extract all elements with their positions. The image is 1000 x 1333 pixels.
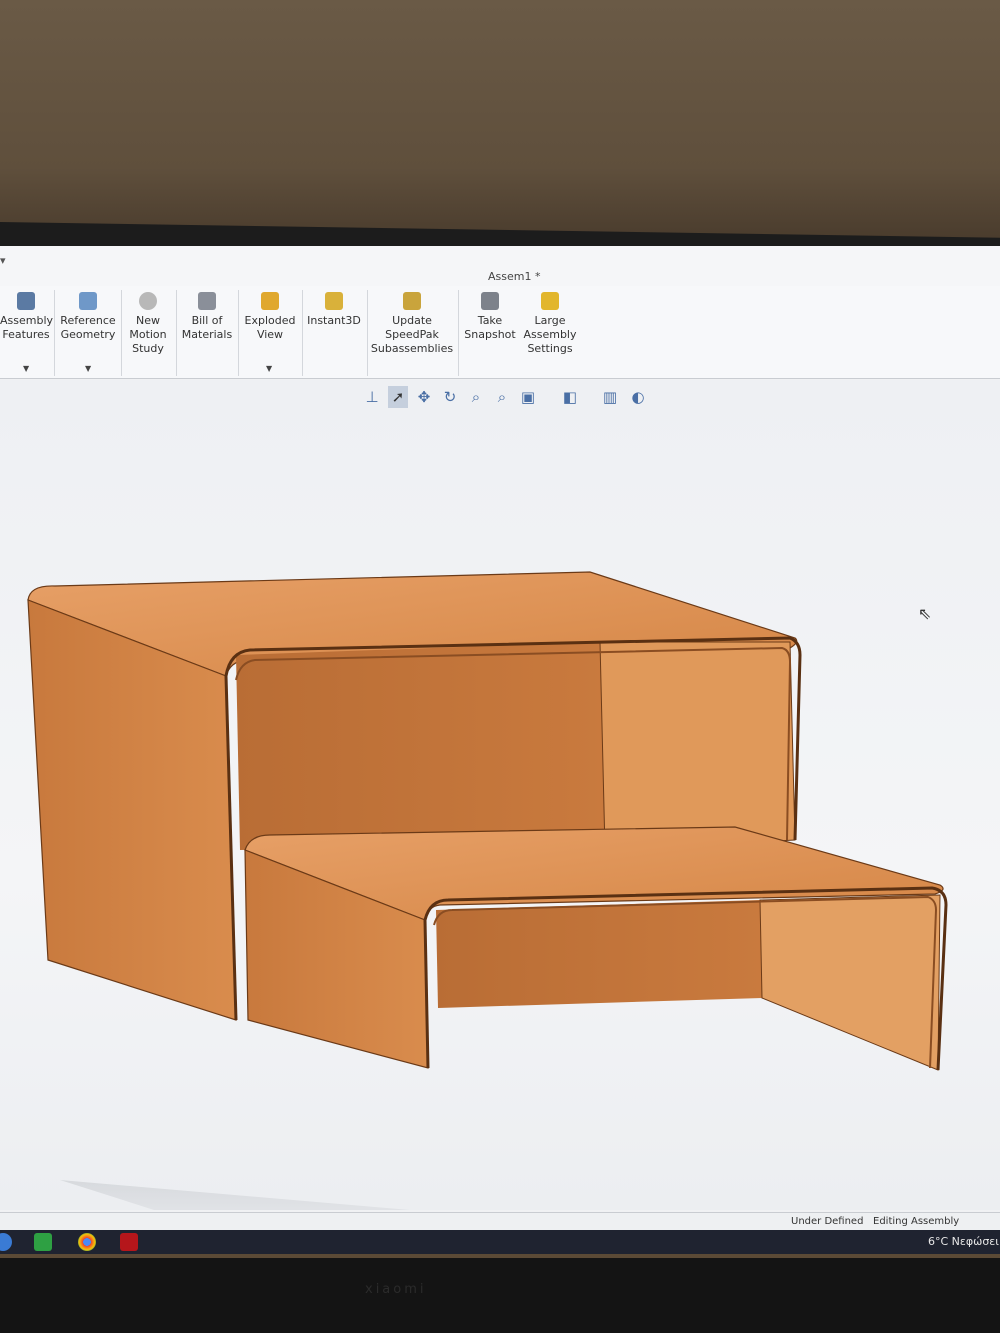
assembly-features-caret[interactable]: ▼ <box>23 364 29 373</box>
monitor-bezel-bottom <box>0 1258 1000 1333</box>
status-editing: Editing Assembly <box>873 1216 960 1227</box>
window-title: Assem1 * <box>488 270 541 283</box>
large-table-right-side <box>599 641 796 851</box>
quick-access-dropdown[interactable]: ▾ <box>0 254 6 267</box>
large-assembly-settings-button[interactable]: Large Assembly Settings <box>522 292 578 356</box>
exploded-view-caret[interactable]: ▼ <box>266 364 272 373</box>
monitor-brand-logo: xiaomi <box>365 1282 427 1297</box>
new-motion-study-button[interactable]: New Motion Study <box>124 292 172 356</box>
zoom-to-fit-icon[interactable]: ⌕ <box>466 386 486 408</box>
select-cursor-icon[interactable]: ➚ <box>388 386 408 408</box>
display-style-icon[interactable]: ◧ <box>560 386 580 408</box>
large-assembly-settings-label: Large Assembly Settings <box>523 314 577 355</box>
excel-icon[interactable] <box>34 1233 52 1251</box>
bill-of-materials-button[interactable]: Bill of Materials <box>180 292 234 342</box>
update-speedpak-button[interactable]: Update SpeedPak Subassemblies <box>370 292 454 356</box>
room-wall <box>0 0 1000 240</box>
update-speedpak-label: Update SpeedPak Subassemblies <box>370 314 454 355</box>
exploded-view-icon <box>261 292 279 310</box>
instant3d-button[interactable]: Instant3D <box>305 292 363 328</box>
view-orientation-icon[interactable]: ⊥ <box>362 386 382 408</box>
weather-widget[interactable]: 6°C Νεφώσει <box>928 1235 999 1248</box>
large-table-inner-back <box>236 642 605 850</box>
assembly-model[interactable] <box>0 380 1000 1254</box>
rotate-icon[interactable]: ↻ <box>440 386 460 408</box>
zoom-to-area-icon[interactable]: ⌕ <box>492 386 512 408</box>
assembly-features-icon <box>17 292 35 310</box>
command-manager-ribbon: Assembly Features ▼ Reference Geometry ▼… <box>0 286 1000 379</box>
mouse-cursor-icon: ⇖ <box>918 604 932 623</box>
small-table-right-side <box>759 894 941 1071</box>
take-snapshot-button[interactable]: Take Snapshot <box>462 292 518 342</box>
monitor-screen: ▾ Assem1 * Assembly Features ▼ Reference… <box>0 246 1000 1254</box>
take-snapshot-label: Take Snapshot <box>464 314 516 341</box>
assembly-features-label: Assembly Features <box>0 314 54 341</box>
solidworks-icon[interactable] <box>120 1233 138 1251</box>
exploded-view-label: Exploded View <box>244 314 296 341</box>
reference-geometry-icon <box>79 292 97 310</box>
reference-geometry-caret[interactable]: ▼ <box>85 364 91 373</box>
graphics-area[interactable] <box>0 380 1000 1254</box>
camera-icon <box>481 292 499 310</box>
large-assembly-icon <box>541 292 559 310</box>
bom-icon <box>198 292 216 310</box>
status-defined: Under Defined <box>791 1216 864 1227</box>
instant3d-icon <box>325 292 343 310</box>
exploded-view-button[interactable]: Exploded View <box>241 292 299 342</box>
assembly-features-button[interactable]: Assembly Features <box>0 292 54 342</box>
reference-geometry-button[interactable]: Reference Geometry <box>58 292 118 342</box>
reference-geometry-label: Reference Geometry <box>60 314 116 341</box>
chrome-icon[interactable] <box>78 1233 96 1251</box>
hide-show-icon[interactable]: ▥ <box>600 386 620 408</box>
section-view-icon[interactable]: ▣ <box>518 386 538 408</box>
small-table-inner-back <box>436 900 762 1008</box>
title-bar: ▾ Assem1 * <box>0 246 1000 286</box>
speedpak-icon <box>403 292 421 310</box>
edge-icon[interactable] <box>0 1233 12 1251</box>
pan-icon[interactable]: ✥ <box>414 386 434 408</box>
instant3d-label: Instant3D <box>307 314 361 327</box>
new-motion-study-label: New Motion Study <box>129 314 167 355</box>
bill-of-materials-label: Bill of Materials <box>181 314 233 341</box>
windows-taskbar: 6°C Νεφώσει <box>0 1230 1000 1254</box>
motion-study-icon <box>139 292 157 310</box>
appearance-icon[interactable]: ◐ <box>628 386 648 408</box>
status-bar: Under Defined Editing Assembly <box>0 1212 1000 1231</box>
